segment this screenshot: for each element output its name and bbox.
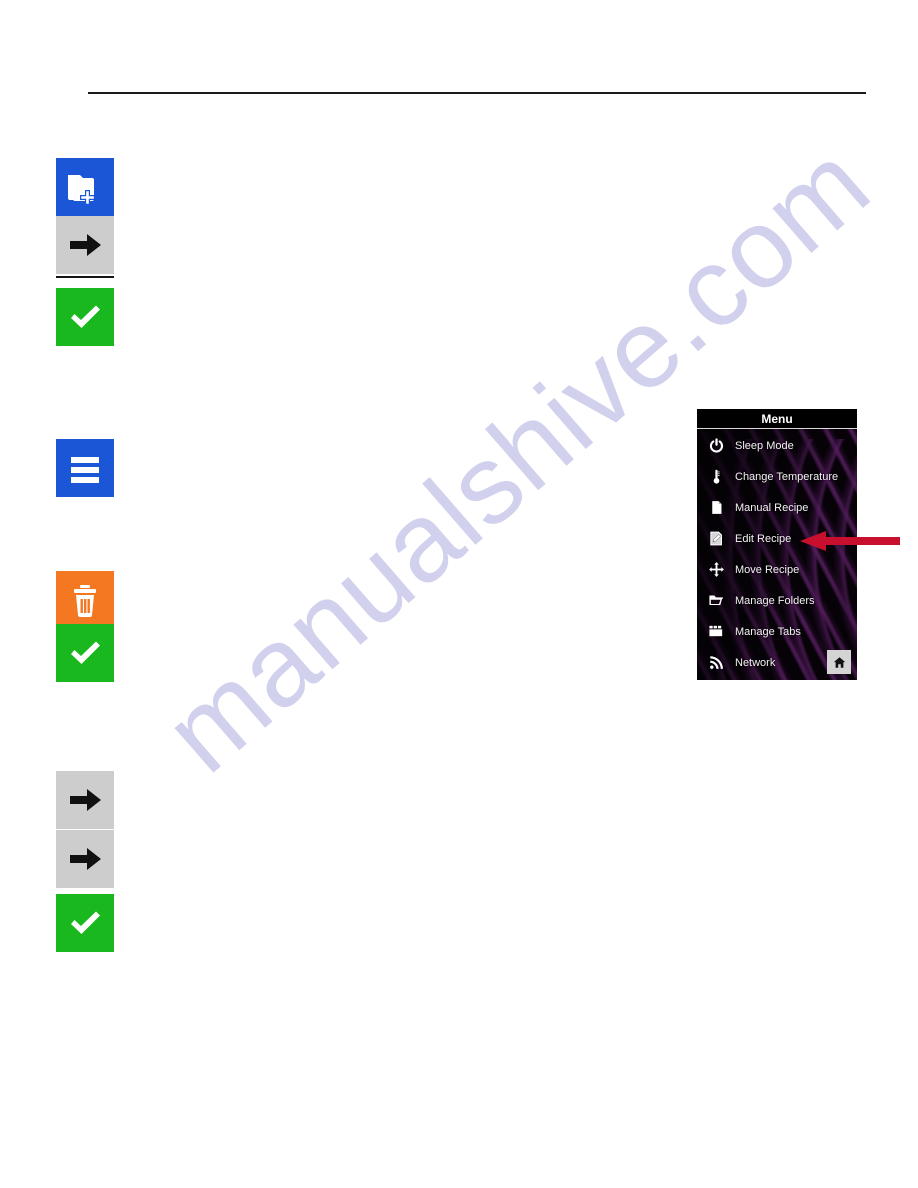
trash-icon	[56, 571, 114, 629]
thermometer-icon	[705, 466, 727, 488]
new-folder-icon[interactable]	[56, 158, 114, 216]
confirm-check-1[interactable]	[56, 288, 114, 346]
check-icon	[56, 624, 114, 682]
delete-trash-icon[interactable]	[56, 571, 114, 629]
document-icon	[705, 497, 727, 519]
home-icon	[833, 656, 845, 668]
header-rule	[88, 92, 866, 94]
next-arrow-button-1[interactable]	[56, 216, 114, 278]
check-icon	[56, 288, 114, 346]
arrow-right-icon	[56, 830, 114, 888]
procedure-icon-column	[0, 0, 200, 1188]
menu-title: Menu	[697, 409, 857, 429]
edit-pencil-icon	[705, 528, 727, 550]
menu-item-manual-recipe[interactable]: Manual Recipe	[697, 492, 857, 523]
device-menu-list: Sleep Mode Change Temperature Manual Recip…	[697, 430, 857, 678]
home-button[interactable]	[827, 650, 851, 674]
confirm-check-3[interactable]	[56, 894, 114, 952]
confirm-check-2[interactable]	[56, 624, 114, 682]
arrow-right-icon	[56, 216, 114, 278]
callout-arrow	[800, 531, 900, 551]
menu-item-label: Manual Recipe	[735, 501, 809, 514]
menu-item-label: Sleep Mode	[735, 439, 794, 452]
icon-underline	[56, 276, 114, 278]
menu-hamburger-icon[interactable]	[56, 439, 114, 497]
manual-page: manualshive.com Menu Sleep Mode Change Te…	[0, 0, 918, 1188]
tabs-folder-icon	[705, 621, 727, 643]
hamburger-icon	[56, 439, 114, 497]
menu-item-label: Move Recipe	[735, 563, 800, 576]
menu-item-move-recipe[interactable]: Move Recipe	[697, 554, 857, 585]
check-icon	[56, 894, 114, 952]
menu-item-label: Manage Folders	[735, 594, 815, 607]
menu-item-label: Network	[735, 656, 776, 669]
menu-item-label: Manage Tabs	[735, 625, 801, 638]
menu-item-label: Change Temperature	[735, 470, 839, 483]
menu-item-label: Edit Recipe	[735, 532, 792, 545]
arrow-right-icon	[56, 771, 114, 833]
next-arrow-button-2[interactable]	[56, 771, 114, 833]
menu-item-manage-tabs[interactable]: Manage Tabs	[697, 616, 857, 647]
menu-item-sleep-mode[interactable]: Sleep Mode	[697, 430, 857, 461]
wifi-signal-icon	[705, 652, 727, 674]
power-icon	[705, 435, 727, 457]
folder-open-icon	[705, 590, 727, 612]
next-arrow-button-3[interactable]	[56, 830, 114, 888]
menu-item-change-temperature[interactable]: Change Temperature	[697, 461, 857, 492]
menu-item-manage-folders[interactable]: Manage Folders	[697, 585, 857, 616]
folder-plus-icon	[56, 158, 114, 216]
move-arrows-icon	[705, 559, 727, 581]
